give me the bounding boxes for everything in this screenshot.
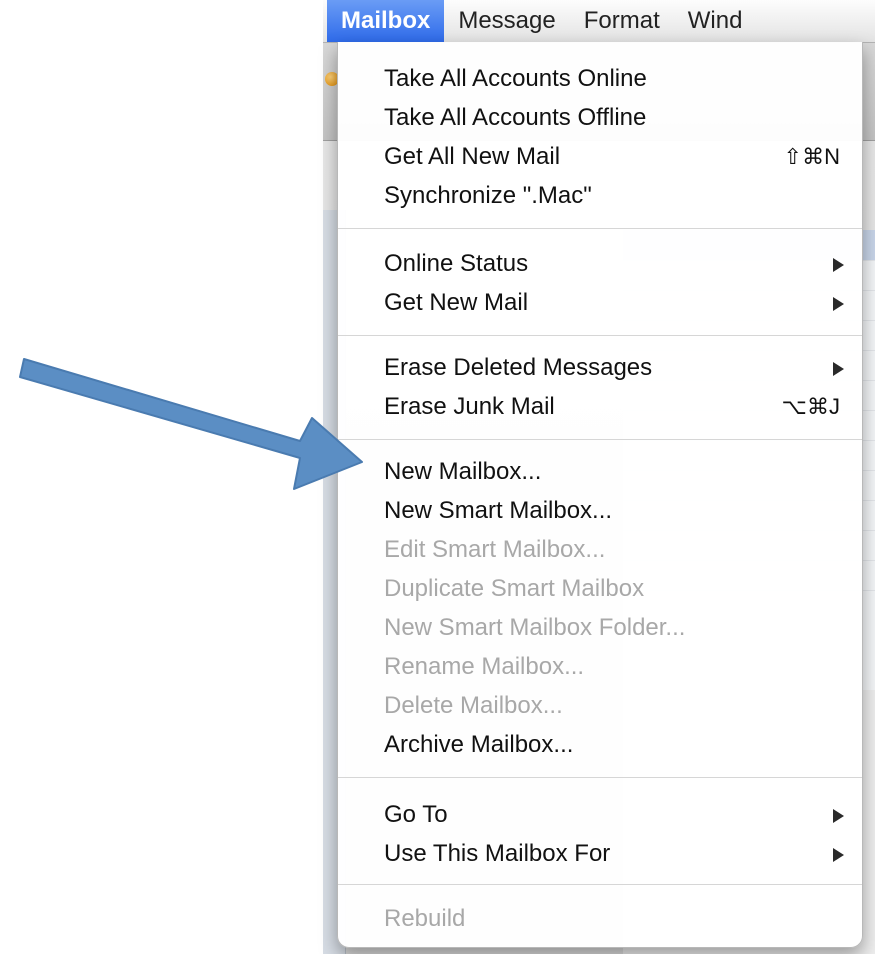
submenu-arrow-icon — [833, 258, 844, 272]
menu-item-label: Erase Junk Mail — [384, 393, 555, 420]
menu-item-archive-mailbox[interactable]: Archive Mailbox... — [338, 726, 862, 764]
menu-item-use-this-mailbox-for[interactable]: Use This Mailbox For — [338, 835, 862, 873]
submenu-arrow-icon — [833, 809, 844, 823]
menu-item-label: Online Status — [384, 250, 529, 277]
menu-bar: Mailbox Message Format Wind — [323, 0, 875, 43]
menubar-format[interactable]: Format — [570, 0, 674, 42]
menu-item-label: Get All New Mail — [384, 143, 561, 170]
menubar-message[interactable]: Message — [444, 0, 569, 42]
mailbox-menu: Take All Accounts Online Take All Accoun… — [337, 42, 863, 948]
menu-item-get-all-new-mail[interactable]: Get All New Mail ⇧⌘N — [338, 138, 862, 176]
menu-separator — [338, 777, 862, 778]
submenu-arrow-icon — [833, 362, 844, 376]
menu-item-duplicate-smart-mailbox: Duplicate Smart Mailbox — [384, 575, 645, 602]
menu-item-edit-smart-mailbox: Edit Smart Mailbox... — [384, 536, 606, 563]
menu-item-label: Get New Mail — [384, 289, 529, 316]
menu-item-new-smart-mailbox[interactable]: New Smart Mailbox... — [338, 492, 862, 530]
menu-item-erase-junk-mail[interactable]: Erase Junk Mail ⌥⌘J — [338, 388, 862, 426]
menu-separator — [338, 228, 862, 229]
submenu-arrow-icon — [833, 297, 844, 311]
menu-item-erase-deleted-messages[interactable]: Erase Deleted Messages — [338, 349, 862, 387]
menu-item-synchronize-mac[interactable]: Synchronize ".Mac" — [338, 177, 862, 215]
menu-item-new-mailbox[interactable]: New Mailbox... — [338, 453, 862, 491]
menu-item-label: Erase Deleted Messages — [384, 354, 653, 381]
keyboard-shortcut: ⌥⌘J — [781, 394, 840, 419]
menu-separator — [338, 884, 862, 885]
menubar-window[interactable]: Wind — [674, 0, 757, 42]
menu-item-take-all-accounts-online[interactable]: Take All Accounts Online — [338, 60, 862, 98]
menu-item-new-smart-mailbox-folder: New Smart Mailbox Folder... — [384, 614, 686, 641]
menu-item-get-new-mail[interactable]: Get New Mail — [338, 284, 862, 322]
submenu-arrow-icon — [833, 848, 844, 862]
menu-item-go-to[interactable]: Go To — [338, 796, 862, 834]
menu-item-online-status[interactable]: Online Status — [338, 245, 862, 283]
keyboard-shortcut: ⇧⌘N — [783, 144, 840, 169]
menu-separator — [338, 335, 862, 336]
menu-item-rebuild: Rebuild — [384, 905, 466, 932]
menu-item-take-all-accounts-offline[interactable]: Take All Accounts Offline — [338, 99, 862, 137]
menu-item-delete-mailbox: Delete Mailbox... — [384, 692, 563, 719]
menu-item-rename-mailbox: Rename Mailbox... — [384, 653, 585, 680]
menu-item-label: Use This Mailbox For — [384, 840, 611, 867]
menubar-mailbox[interactable]: Mailbox — [327, 0, 445, 42]
menu-separator — [338, 439, 862, 440]
menu-item-label: Go To — [384, 801, 448, 828]
